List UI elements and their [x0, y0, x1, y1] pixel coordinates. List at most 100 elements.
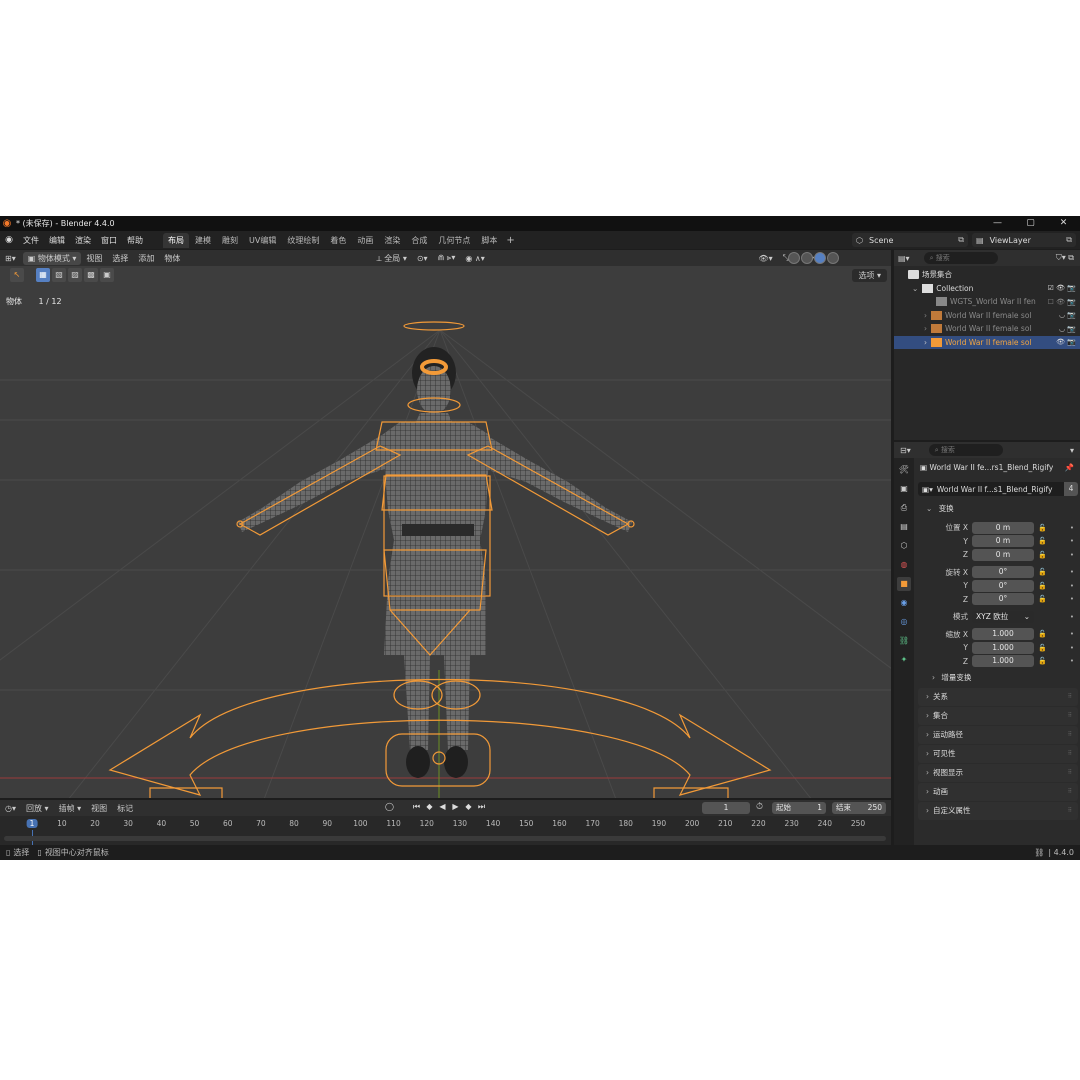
- panel-visibility[interactable]: › 可见性 ⠿: [918, 745, 1078, 763]
- minimize-button[interactable]: —: [981, 216, 1014, 231]
- rotation-x-field[interactable]: 0°: [972, 566, 1034, 579]
- object-data-field[interactable]: ▣▾ World War II f...s1_Blend_Rigify 4: [918, 482, 1078, 496]
- rotation-y-field[interactable]: 0°: [972, 579, 1034, 592]
- menu-help[interactable]: 帮助: [122, 235, 148, 246]
- properties-options-icon[interactable]: ▾: [1070, 446, 1074, 455]
- lock-icon[interactable]: 🔓: [1038, 551, 1047, 559]
- outliner-row-wgts[interactable]: WGTS_World War II fen ☐ 👁 📷: [894, 295, 1080, 309]
- panel-animation[interactable]: › 动画 ⠿: [918, 783, 1078, 801]
- transform-orientation[interactable]: ⟂ 全局 ▾: [371, 253, 411, 264]
- panel-motion-paths[interactable]: › 运动路径 ⠿: [918, 726, 1078, 744]
- menu-add[interactable]: 添加: [133, 253, 159, 264]
- menu-file[interactable]: 文件: [18, 235, 44, 246]
- options-dropdown[interactable]: 选项 ▾: [852, 269, 887, 282]
- material-shading-icon[interactable]: [814, 252, 826, 264]
- keyframe-dot-icon[interactable]: •: [1070, 568, 1074, 576]
- panel-custom-properties[interactable]: › 自定义属性 ⠿: [918, 802, 1078, 820]
- view-layer-tab-icon[interactable]: ▤: [897, 520, 911, 534]
- lock-icon[interactable]: 🔓: [1038, 595, 1047, 603]
- menu-timeline-view[interactable]: 视图: [86, 803, 112, 814]
- stopwatch-icon[interactable]: ⏱: [756, 802, 763, 812]
- keyframe-dot-icon[interactable]: •: [1070, 657, 1074, 665]
- auto-keying-icon[interactable]: ◯: [383, 802, 396, 812]
- blender-menu-icon[interactable]: ◉: [0, 235, 18, 245]
- keyframe-dot-icon[interactable]: •: [1070, 644, 1074, 652]
- armature-data-tab-icon[interactable]: ✦: [897, 653, 911, 667]
- drag-handle-icon[interactable]: ⠿: [1068, 802, 1072, 820]
- outliner-row-armature-2[interactable]: › World War II female sol ◡ 📷: [894, 322, 1080, 336]
- scale-x-field[interactable]: 1.000: [972, 628, 1034, 641]
- properties-search-input[interactable]: ⌕ 搜索: [928, 444, 1003, 456]
- expand-chevron-icon[interactable]: ⌄: [912, 284, 918, 293]
- menu-keying[interactable]: 插帧 ▾: [54, 803, 87, 814]
- filter-icon[interactable]: ⛉▾ ⧉: [1056, 253, 1074, 263]
- panel-delta-transform[interactable]: › 增量变换: [918, 669, 1078, 687]
- close-button[interactable]: ✕: [1047, 216, 1080, 231]
- tab-animation[interactable]: 动画: [352, 233, 378, 248]
- tab-compositing[interactable]: 合成: [406, 233, 432, 248]
- lock-icon[interactable]: 🔓: [1038, 568, 1047, 576]
- new-scene-icon[interactable]: ⧉: [958, 235, 964, 245]
- tab-modeling[interactable]: 建模: [190, 233, 216, 248]
- keyframe-dot-icon[interactable]: •: [1070, 551, 1074, 559]
- panel-viewport-display[interactable]: › 视图显示 ⠿: [918, 764, 1078, 782]
- select-subtract-icon[interactable]: ▨: [68, 268, 82, 282]
- panel-collections[interactable]: › 集合 ⠿: [918, 707, 1078, 725]
- drag-handle-icon[interactable]: ⠿: [1068, 688, 1072, 706]
- row-visibility-icons[interactable]: 👁 📷: [1056, 338, 1076, 346]
- menu-marker[interactable]: 标记: [112, 803, 138, 814]
- jump-end-icon[interactable]: ⏭: [475, 802, 488, 812]
- tab-texture-paint[interactable]: 纹理绘制: [282, 233, 324, 248]
- maximize-button[interactable]: ▢: [1014, 216, 1047, 231]
- viewport-scene[interactable]: [0, 250, 891, 798]
- scene-tab-icon[interactable]: ⬡: [897, 539, 911, 553]
- row-visibility-icons[interactable]: ☐ 👁 📷: [1048, 298, 1076, 306]
- select-intersect-icon[interactable]: ▣: [100, 268, 114, 282]
- outliner-editor-icon[interactable]: ▤▾: [898, 254, 910, 263]
- play-reverse-icon[interactable]: ◀: [436, 802, 449, 812]
- view-layer-selector[interactable]: ▤ ViewLayer ⧉: [972, 233, 1076, 247]
- start-frame-field[interactable]: 起始 1: [772, 802, 826, 814]
- keyframe-dot-icon[interactable]: •: [1070, 595, 1074, 603]
- constraint-tab-icon[interactable]: ⛓: [897, 634, 911, 648]
- keyframe-dot-icon[interactable]: •: [1070, 582, 1074, 590]
- timeline-editor-icon[interactable]: ◷▾: [0, 804, 21, 813]
- location-z-field[interactable]: 0 m: [972, 548, 1034, 561]
- output-tab-icon[interactable]: ⎙: [897, 501, 911, 515]
- proportional-edit-icon[interactable]: ◉ ∧▾: [460, 254, 489, 263]
- current-frame-field[interactable]: 1: [702, 802, 750, 814]
- tool-tab-icon[interactable]: 🛠: [897, 463, 911, 477]
- outliner-row-collection[interactable]: ⌄ Collection ☑ 👁 📷: [894, 282, 1080, 296]
- timeline-scrollbar[interactable]: [4, 836, 886, 841]
- physics-tab-icon[interactable]: ◎: [897, 615, 911, 629]
- tab-sculpting[interactable]: 雕刻: [217, 233, 243, 248]
- panel-transform[interactable]: ⌄ 变换: [918, 500, 1078, 518]
- expand-chevron-icon[interactable]: ›: [924, 324, 927, 333]
- frame-ruler[interactable]: 1 10 20 30 40 50 60 70 80 90 100 110 120 130 140 150 160…: [0, 818, 891, 832]
- play-icon[interactable]: ▶: [449, 802, 462, 812]
- snap-icon[interactable]: ⋒ ⫸▾: [433, 253, 461, 263]
- lock-icon[interactable]: 🔓: [1038, 537, 1047, 545]
- properties-editor-icon[interactable]: ⊟▾: [900, 446, 911, 455]
- visibility-icon[interactable]: 👁▾: [753, 254, 777, 263]
- tab-uv-editing[interactable]: UV编辑: [244, 233, 281, 248]
- tab-layout[interactable]: 布局: [163, 232, 189, 248]
- pin-icon[interactable]: 📌: [1065, 460, 1074, 476]
- pivot-point-icon[interactable]: ⊙▾: [412, 254, 433, 263]
- outliner-search-input[interactable]: ⌕ 搜索: [923, 252, 998, 264]
- drag-handle-icon[interactable]: ⠿: [1068, 745, 1072, 763]
- add-workspace-icon[interactable]: +: [502, 235, 518, 246]
- location-y-field[interactable]: 0 m: [972, 535, 1034, 548]
- mode-selector[interactable]: ▣ 物体模式 ▾: [22, 251, 82, 265]
- drag-handle-icon[interactable]: ⠿: [1068, 783, 1072, 801]
- world-tab-icon[interactable]: ◍: [897, 558, 911, 572]
- drag-handle-icon[interactable]: ⠿: [1068, 707, 1072, 725]
- keyframe-dot-icon[interactable]: •: [1070, 537, 1074, 545]
- rendered-shading-icon[interactable]: [827, 252, 839, 264]
- outliner-row-scene-collection[interactable]: 场景集合: [894, 268, 1080, 282]
- keyframe-dot-icon[interactable]: •: [1070, 613, 1074, 621]
- tab-geometry-nodes[interactable]: 几何节点: [433, 233, 475, 248]
- scene-selector[interactable]: ⬡ Scene ⧉: [852, 233, 968, 247]
- menu-window[interactable]: 窗口: [96, 235, 122, 246]
- lock-icon[interactable]: 🔓: [1038, 644, 1047, 652]
